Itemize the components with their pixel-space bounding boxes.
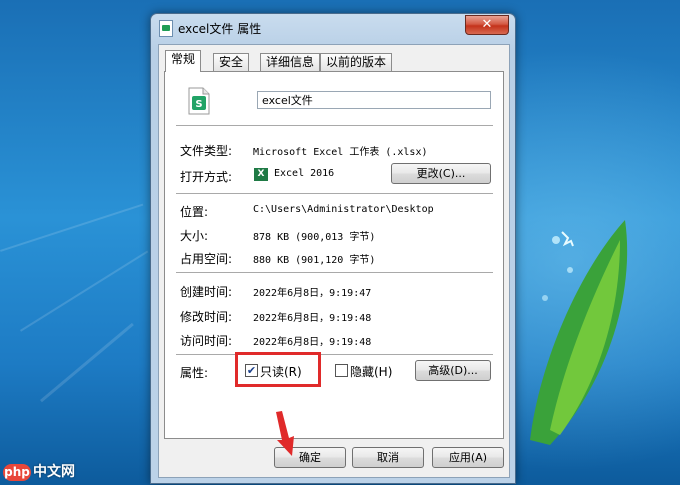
modified-label: 修改时间: xyxy=(180,310,233,324)
title-bar[interactable]: excel文件 属性 ✕ xyxy=(151,14,515,40)
light-streak xyxy=(20,250,149,332)
tab-previous-versions[interactable]: 以前的版本 xyxy=(320,53,393,71)
readonly-label[interactable]: 只读(R) xyxy=(260,363,302,380)
red-pointer-arrow xyxy=(276,411,294,456)
separator xyxy=(176,354,493,356)
accessed-value: 2022年6月8日，9:19:48 xyxy=(253,337,372,348)
change-button[interactable]: 更改(C)... xyxy=(391,163,491,184)
light-streak xyxy=(40,322,134,403)
close-button[interactable]: ✕ xyxy=(465,15,509,35)
light-streak xyxy=(0,203,144,252)
location-value: C:\Users\Administrator\Desktop xyxy=(253,204,434,215)
watermark-text: 中文网 xyxy=(33,464,75,480)
size-on-disk-value: 880 KB (901,120 字节) xyxy=(253,255,376,266)
created-value: 2022年6月8日，9:19:47 xyxy=(253,288,372,299)
open-with-value: Excel 2016 xyxy=(274,168,335,179)
created-label: 创建时间: xyxy=(180,285,233,299)
excel-app-icon: X xyxy=(254,168,268,181)
modified-value: 2022年6月8日，9:19:48 xyxy=(253,313,372,324)
size-value: 878 KB (900,013 字节) xyxy=(253,232,376,243)
file-type-label: 文件类型: xyxy=(180,144,233,158)
accessed-label: 访问时间: xyxy=(180,334,233,348)
readonly-checkbox[interactable]: ✔ xyxy=(245,364,258,377)
apply-button[interactable]: 应用(A) xyxy=(432,447,504,468)
separator xyxy=(176,125,493,127)
watermark-logo: php xyxy=(3,464,31,481)
file-type-value: Microsoft Excel 工作表 (.xlsx) xyxy=(253,147,428,158)
open-with-label: 打开方式: xyxy=(180,170,233,184)
attributes-label: 属性: xyxy=(180,366,209,380)
advanced-button[interactable]: 高级(D)... xyxy=(415,360,491,381)
dialog-client-area: 常规 安全 详细信息 以前的版本 S excel文件 文件类型: Microso… xyxy=(158,44,510,478)
cancel-button[interactable]: 取消 xyxy=(352,447,424,468)
windows-logo-leaf xyxy=(530,220,628,445)
properties-dialog: excel文件 属性 ✕ 常规 安全 详细信息 以前的版本 S excel文件 … xyxy=(150,13,516,484)
svg-text:S: S xyxy=(195,99,202,110)
size-label: 大小: xyxy=(180,229,209,243)
size-on-disk-label: 占用空间: xyxy=(180,252,233,266)
separator xyxy=(176,193,493,195)
excel-file-icon xyxy=(159,20,173,37)
location-label: 位置: xyxy=(180,205,209,219)
tab-details[interactable]: 详细信息 xyxy=(260,53,321,71)
file-name-input[interactable]: excel文件 xyxy=(257,91,491,109)
hidden-checkbox[interactable] xyxy=(335,364,348,377)
separator xyxy=(176,272,493,274)
tab-general[interactable]: 常规 xyxy=(165,50,202,72)
general-tab-panel: S excel文件 文件类型: Microsoft Excel 工作表 (.xl… xyxy=(164,71,504,439)
tab-security[interactable]: 安全 xyxy=(213,53,250,71)
hidden-label[interactable]: 隐藏(H) xyxy=(350,363,392,380)
spreadsheet-file-icon: S xyxy=(188,87,210,115)
window-title: excel文件 属性 xyxy=(178,22,262,36)
